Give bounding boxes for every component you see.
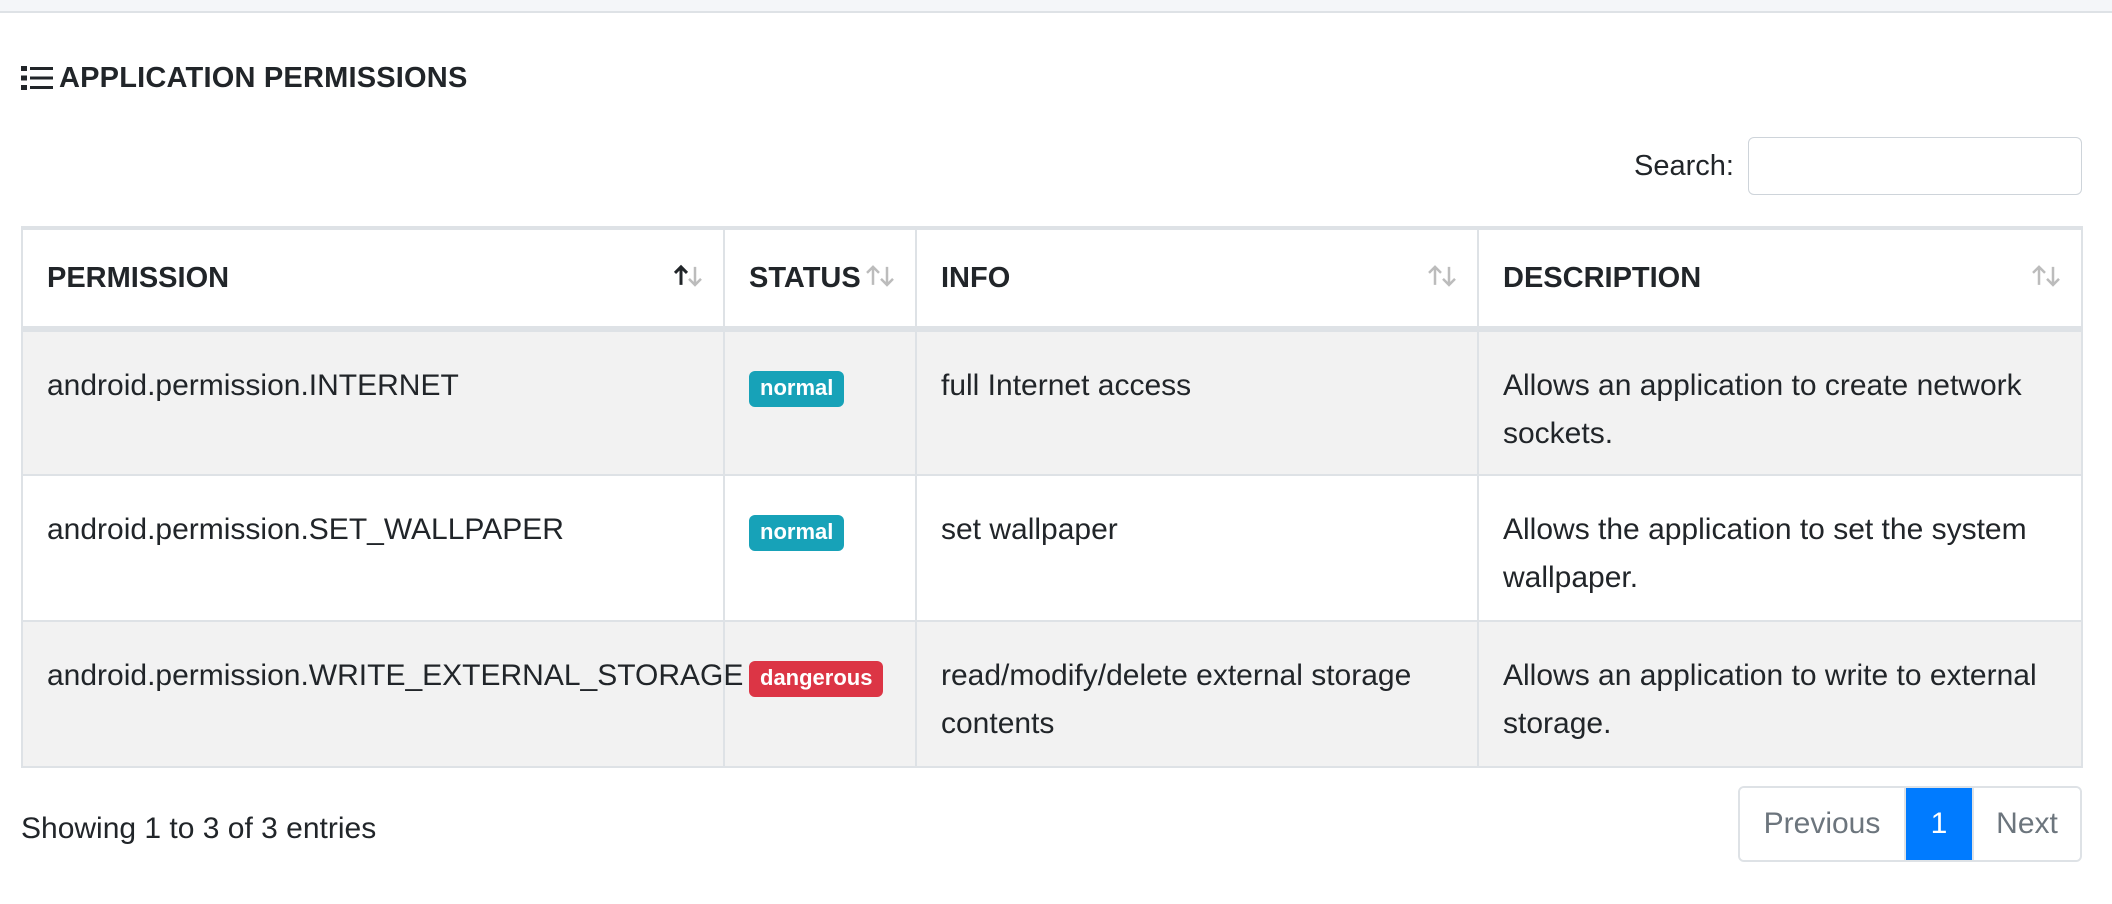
column-header-label: STATUS [749,261,861,294]
pagination: Previous 1 Next [1738,786,2082,862]
sort-both-icon [1428,265,1456,287]
list-icon [21,66,53,90]
info-cell: set wallpaper [915,474,1479,622]
top-band [0,0,2112,13]
description-cell: Allows an application to write to extern… [1477,620,2083,768]
permission-cell: android.permission.WRITE_EXTERNAL_STORAG… [21,620,743,768]
info-cell: full Internet access [915,328,1479,476]
sort-both-icon [2032,265,2060,287]
search-input[interactable] [1748,137,2082,195]
sort-both-icon [866,265,894,287]
card-title-text: APPLICATION PERMISSIONS [59,61,468,94]
sort-ascending-icon [673,264,702,287]
search-label: Search: [1634,149,1734,182]
table-header-row: PERMISSION STATUS INFO DESCRIPTION [21,226,2083,332]
column-header-info[interactable]: INFO [915,226,1479,332]
column-header-label: INFO [941,261,1011,294]
column-header-description[interactable]: DESCRIPTION [1477,226,2083,332]
permission-cell: android.permission.SET_WALLPAPER [21,474,725,622]
description-cell: Allows the application to set the system… [1477,474,2083,622]
table-row: android.permission.INTERNET normal full … [21,328,2083,476]
status-badge: dangerous [749,661,884,697]
page-1-button[interactable]: 1 [1906,788,1972,860]
column-header-label: PERMISSION [47,261,230,294]
info-cell: read/modify/delete external storage cont… [915,620,1479,768]
search-box: Search: [1634,135,2082,197]
previous-page-button[interactable]: Previous [1740,788,1906,860]
column-header-label: DESCRIPTION [1503,261,1702,294]
permission-cell: android.permission.INTERNET [21,328,725,476]
description-cell: Allows an application to create network … [1477,328,2083,476]
status-cell: normal [723,328,917,476]
status-cell: normal [723,474,917,622]
status-cell: dangerous [723,620,917,768]
next-page-button[interactable]: Next [1972,788,2080,860]
table-info: Showing 1 to 3 of 3 entries [21,812,377,845]
status-badge: normal [749,371,845,407]
column-header-status[interactable]: STATUS [723,226,917,332]
column-header-permission[interactable]: PERMISSION [21,226,725,332]
permissions-table: PERMISSION STATUS INFO DESCRIPTION andro… [21,226,2083,768]
table-row: android.permission.SET_WALLPAPER normal … [21,474,2083,622]
status-badge: normal [749,515,845,551]
card-title: APPLICATION PERMISSIONS [21,58,468,98]
table-row: android.permission.WRITE_EXTERNAL_STORAG… [21,620,2083,768]
